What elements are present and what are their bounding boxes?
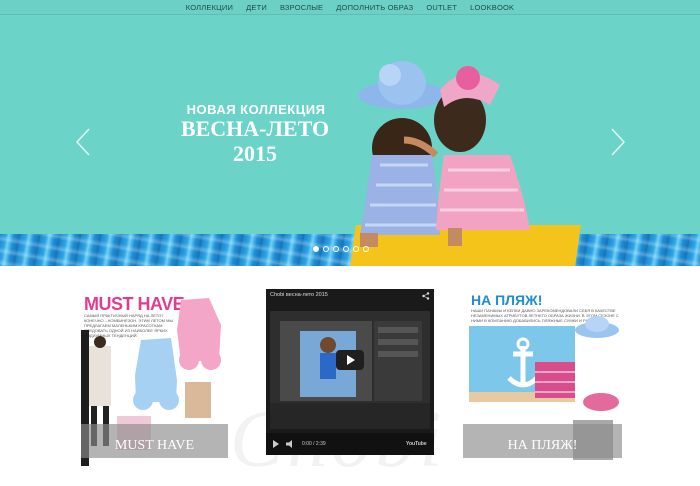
top-navigation: КОЛЛЕКЦИИ ДЕТИ ВЗРОСЛЫЕ ДОПОЛНИТЬ ОБРАЗ … xyxy=(0,0,700,14)
youtube-logo[interactable]: YouTube xyxy=(406,441,427,447)
play-button[interactable] xyxy=(336,350,364,370)
slider-dot[interactable] xyxy=(353,246,359,252)
must-have-caption: MUST HAVE xyxy=(114,438,195,453)
nav-item-accessories[interactable]: ДОПОЛНИТЬ ОБРАЗ xyxy=(336,3,413,12)
slider-dot[interactable] xyxy=(323,246,329,252)
video-player[interactable]: Chobi весна-лето 2015 0:00 / 2:39 YouTub… xyxy=(266,289,434,455)
play-icon xyxy=(347,355,355,365)
nav-item-collections[interactable]: КОЛЛЕКЦИИ xyxy=(186,3,233,12)
slider-dot[interactable] xyxy=(313,246,319,252)
volume-icon[interactable] xyxy=(286,440,296,448)
slider-pagination xyxy=(313,246,369,252)
share-icon[interactable] xyxy=(422,292,430,300)
hero-year: 2015 xyxy=(233,141,277,166)
hero-slider: НОВАЯ КОЛЛЕКЦИЯ ВЕСНА-ЛЕТО 2015 xyxy=(0,15,700,266)
nav-item-lookbook[interactable]: LOOKBOOK xyxy=(470,3,514,12)
nav-item-outlet[interactable]: OUTLET xyxy=(426,3,457,12)
beach-caption: НА ПЛЯЖ! xyxy=(507,438,578,453)
beach-card[interactable]: НА ПЛЯЖ! НАШИ ПАНАМЫ И КЕПКИ ДАВНО ЗАРЕК… xyxy=(463,290,622,466)
video-time: 0:00 / 2:39 xyxy=(302,441,326,447)
video-controls: 0:00 / 2:39 YouTube xyxy=(266,433,434,455)
slider-next-arrow-icon[interactable] xyxy=(606,127,628,157)
hero-subtitle: НОВАЯ КОЛЛЕКЦИЯ xyxy=(186,102,326,117)
slider-prev-arrow-icon[interactable] xyxy=(73,127,95,157)
nav-item-adults[interactable]: ВЗРОСЛЫЕ xyxy=(280,3,323,12)
hero-children-image xyxy=(358,61,530,247)
slider-dot[interactable] xyxy=(343,246,349,252)
video-title: Chobi весна-лето 2015 xyxy=(270,292,328,298)
slider-dot[interactable] xyxy=(333,246,339,252)
slider-dot[interactable] xyxy=(363,246,369,252)
hero-title: ВЕСНА-ЛЕТО xyxy=(180,116,330,141)
nav-item-kids[interactable]: ДЕТИ xyxy=(246,3,267,12)
play-control-icon[interactable] xyxy=(272,440,280,448)
must-have-card[interactable]: MUST HAVE САМЫЙ ПРАКТИЧНЫЙ НАРЯД НА ЛЕТО… xyxy=(81,290,228,466)
